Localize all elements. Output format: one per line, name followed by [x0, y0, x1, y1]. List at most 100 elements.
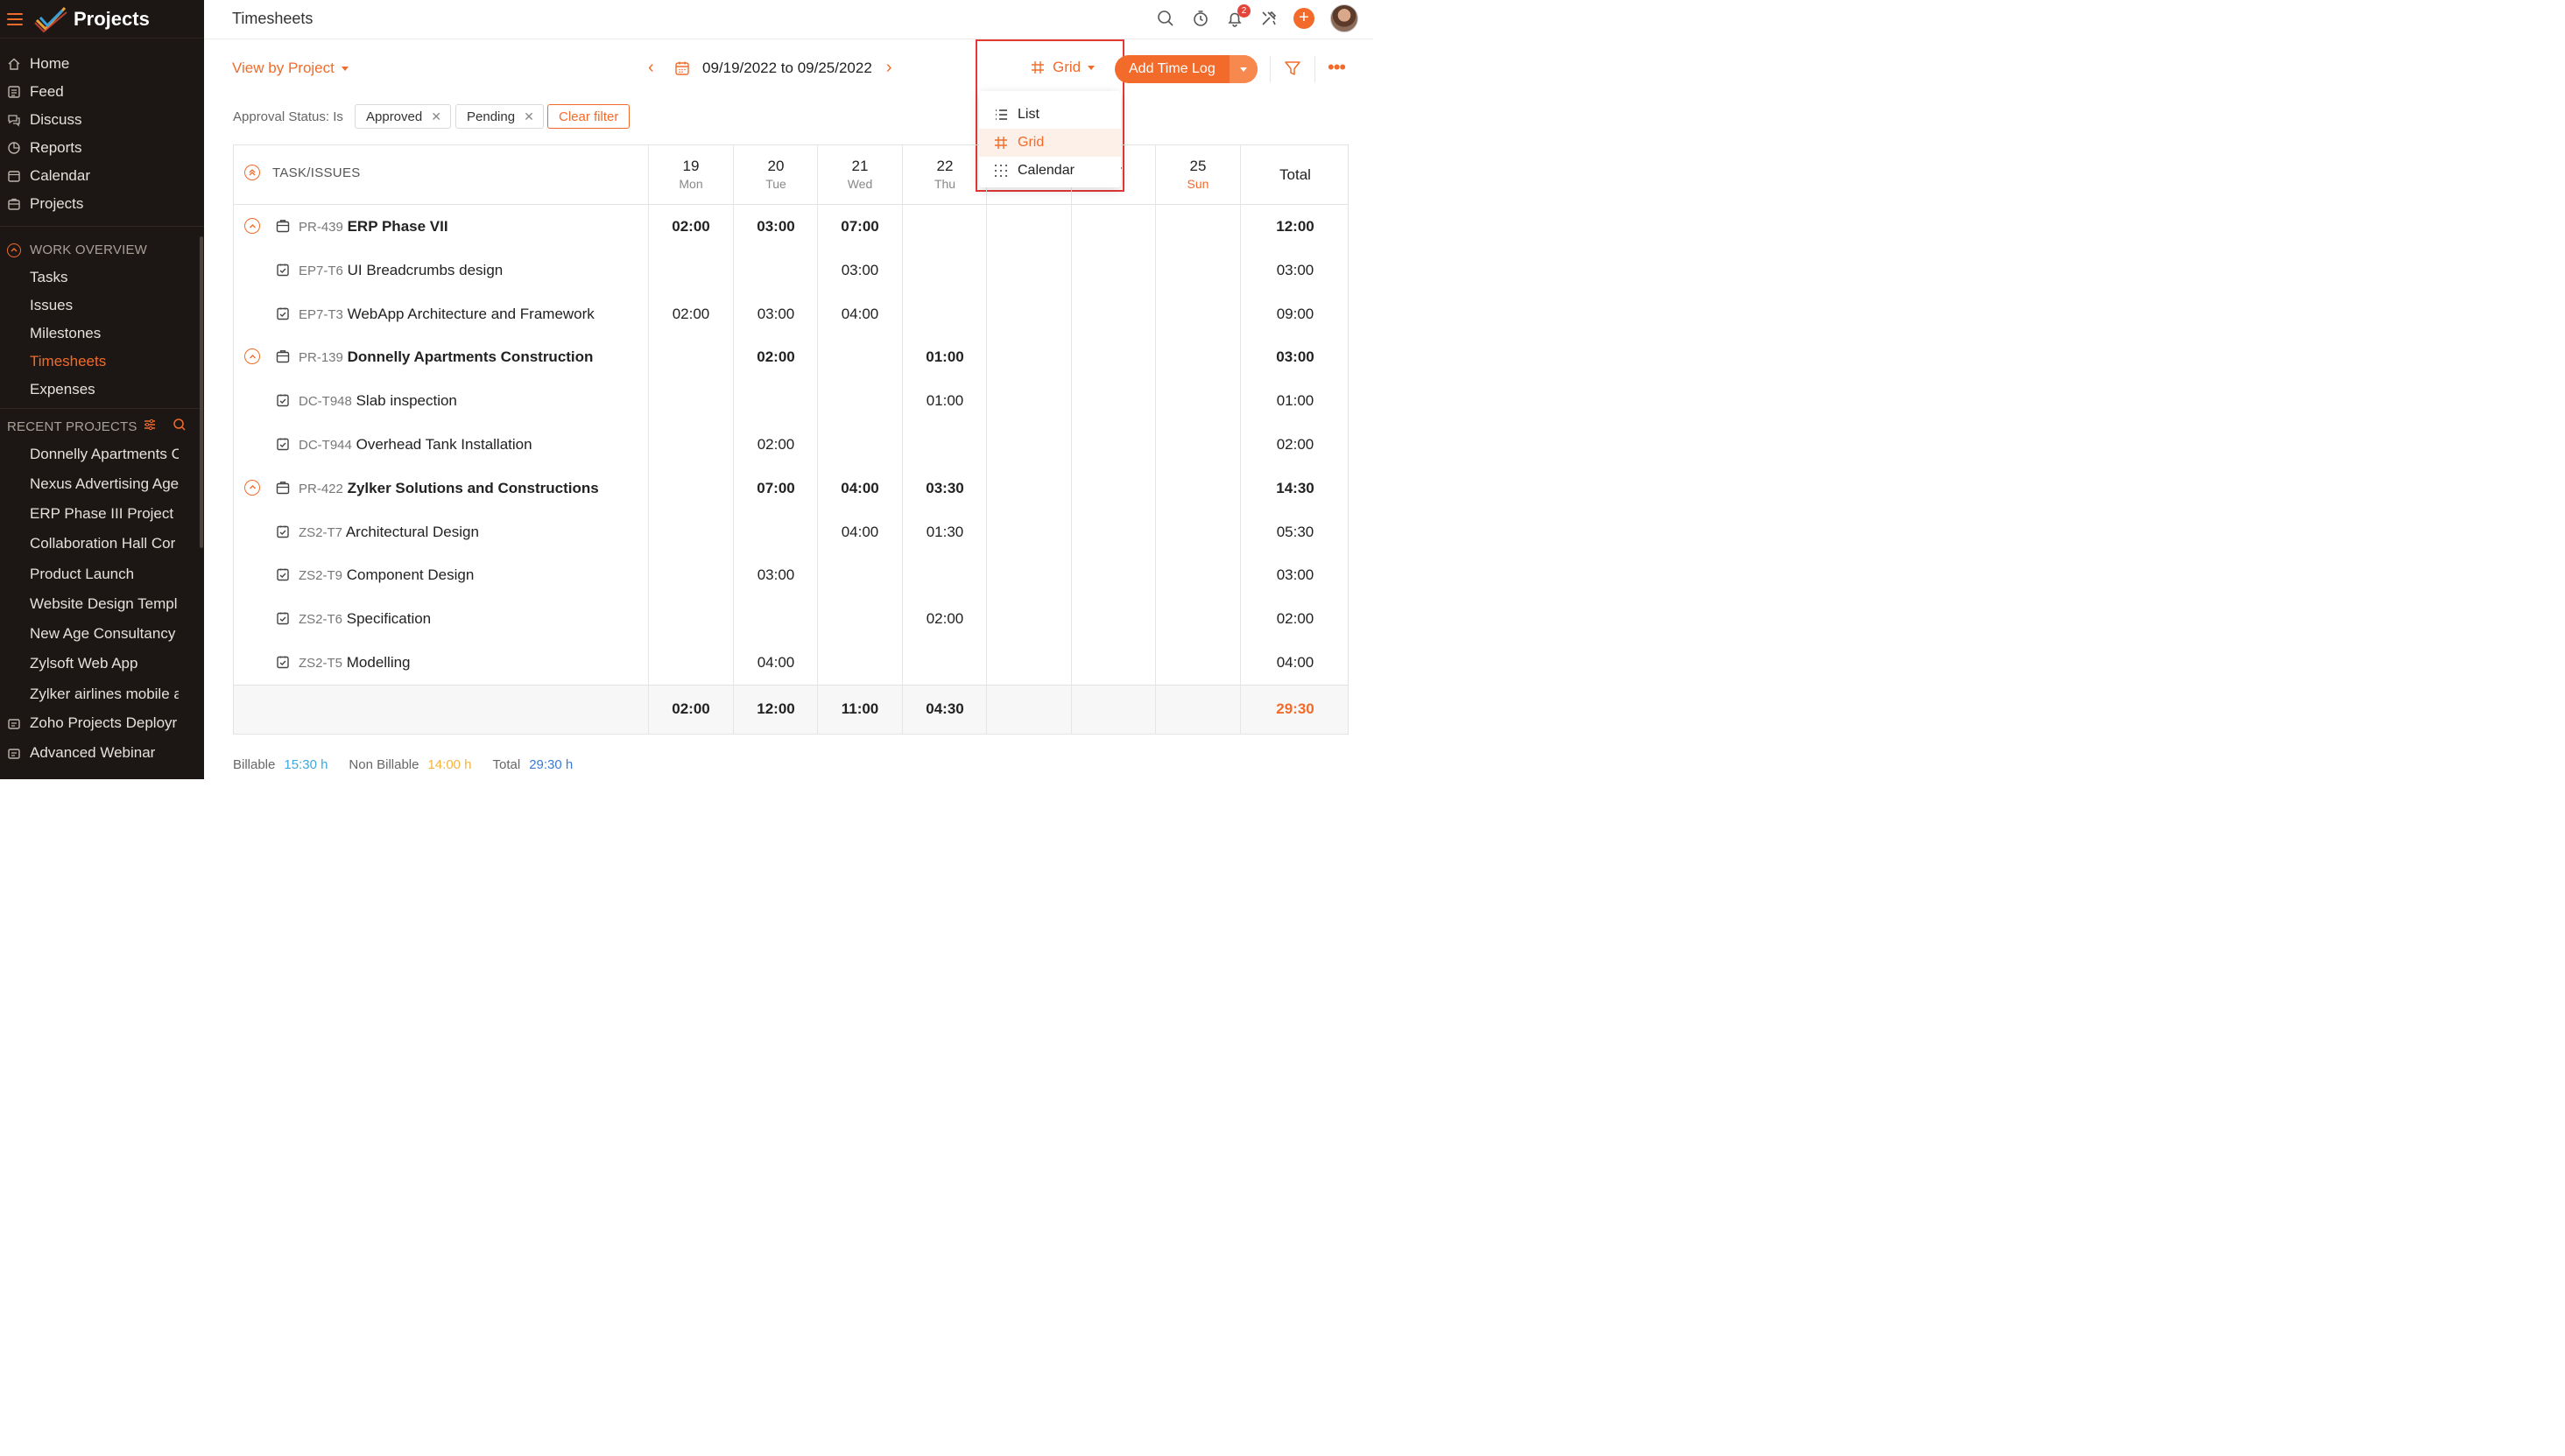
project-row[interactable]: PR-439 ERP Phase VII 02:00 03:00 07:00 12:00: [234, 205, 1348, 249]
collapse-all-icon[interactable]: [244, 165, 260, 180]
filter-chip-pending[interactable]: Pending ✕: [455, 104, 544, 129]
project-row[interactable]: PR-139 Donnelly Apartments Construction 0…: [234, 335, 1348, 379]
task-row[interactable]: EP7-T6 UI Breadcrumbs design 03:00 03:00: [234, 249, 1348, 292]
date-range[interactable]: 09/19/2022 to 09/25/2022: [702, 60, 872, 77]
calendar-icon[interactable]: [674, 60, 690, 76]
sidebar-bottom-item[interactable]: Zoho Projects Deployr: [0, 710, 204, 736]
filter-chip-approved[interactable]: Approved ✕: [355, 104, 451, 129]
time-cell[interactable]: 03:00: [734, 306, 818, 323]
filter-icon[interactable]: [1284, 60, 1301, 77]
task-row[interactable]: EP7-T3 WebApp Architecture and Framework…: [234, 292, 1348, 336]
tools-icon[interactable]: [1259, 9, 1279, 28]
sidebar-item-issues[interactable]: Issues: [30, 297, 179, 314]
time-cell[interactable]: 02:00: [734, 436, 818, 454]
time-cell[interactable]: 02:00: [903, 610, 987, 628]
time-cell[interactable]: 04:00: [818, 480, 902, 497]
clear-filter-button[interactable]: Clear filter: [547, 104, 631, 129]
task-row[interactable]: ZS2-T5 Modelling 04:00 04:00: [234, 641, 1348, 685]
add-time-log-button[interactable]: Add Time Log: [1115, 55, 1258, 83]
search-icon[interactable]: [173, 418, 187, 432]
bell-icon[interactable]: 2: [1225, 4, 1251, 28]
recent-project-item[interactable]: ERP Phase III Project: [30, 505, 179, 523]
task-name[interactable]: ZS2-T5 Modelling: [299, 654, 411, 672]
day-number: 19: [682, 158, 700, 174]
task-name[interactable]: PR-422 Zylker Solutions and Construction…: [299, 480, 599, 497]
recent-project-item[interactable]: Product Launch: [30, 566, 179, 583]
sidebar-item-tasks[interactable]: Tasks: [30, 269, 179, 286]
task-name[interactable]: ZS2-T7 Architectural Design: [299, 524, 479, 541]
recent-project-item[interactable]: Donnelly Apartments C: [30, 446, 179, 463]
sidebar-item-calendar[interactable]: Calendar: [0, 163, 204, 189]
menu-item-grid[interactable]: Grid: [979, 129, 1121, 157]
time-cell[interactable]: 02:00: [649, 306, 733, 323]
close-icon[interactable]: ✕: [524, 109, 534, 124]
time-cell[interactable]: 07:00: [818, 218, 902, 236]
sidebar-item-reports[interactable]: Reports: [0, 135, 204, 161]
sidebar-item-home[interactable]: Home: [0, 51, 204, 77]
more-options-icon[interactable]: •••: [1328, 58, 1346, 77]
view-by-dropdown[interactable]: View by Project: [232, 60, 349, 77]
time-cell[interactable]: 03:30: [903, 480, 987, 497]
chevron-right-icon[interactable]: ›: [886, 58, 900, 78]
add-options-dropdown[interactable]: [1229, 55, 1258, 83]
plus-icon[interactable]: +: [1293, 8, 1314, 29]
sidebar-item-discuss[interactable]: Discuss: [0, 107, 204, 133]
task-name[interactable]: DC-T944 Overhead Tank Installation: [299, 436, 532, 454]
project-row[interactable]: PR-422 Zylker Solutions and Construction…: [234, 467, 1348, 510]
task-name[interactable]: PR-139 Donnelly Apartments Construction: [299, 348, 593, 366]
sidebar-item-projects[interactable]: Projects: [0, 191, 204, 217]
time-cell[interactable]: 01:00: [903, 348, 987, 366]
time-cell[interactable]: 03:00: [734, 566, 818, 584]
sidebar-item-milestones[interactable]: Milestones: [30, 325, 179, 342]
chevron-left-icon[interactable]: ‹: [648, 58, 662, 78]
task-name[interactable]: PR-439 ERP Phase VII: [299, 218, 448, 236]
collapse-icon[interactable]: [244, 348, 260, 365]
task-name[interactable]: EP7-T6 UI Breadcrumbs design: [299, 262, 503, 279]
recent-project-item[interactable]: Nexus Advertising Age: [30, 475, 179, 493]
collapse-icon[interactable]: [7, 243, 21, 257]
sidebar-scrollbar[interactable]: [200, 236, 203, 548]
task-name[interactable]: ZS2-T9 Component Design: [299, 566, 474, 584]
time-cell[interactable]: 03:00: [818, 262, 902, 279]
filter-settings-icon[interactable]: [143, 418, 157, 432]
task-row[interactable]: DC-T944 Overhead Tank Installation 02:00 0…: [234, 423, 1348, 467]
collapse-icon[interactable]: [244, 479, 260, 496]
time-cell[interactable]: 03:00: [734, 218, 818, 236]
recent-project-item[interactable]: Website Design Templ: [30, 595, 179, 613]
timer-icon[interactable]: [1191, 9, 1210, 28]
time-cell[interactable]: 02:00: [649, 218, 733, 236]
time-cell[interactable]: 04:00: [734, 654, 818, 672]
search-icon[interactable]: [1156, 9, 1175, 28]
task-row[interactable]: ZS2-T6 Specification 02:00 02:00: [234, 597, 1348, 641]
time-cell[interactable]: 07:00: [734, 480, 818, 497]
sidebar-item-feed[interactable]: Feed: [0, 79, 204, 105]
time-cell[interactable]: 04:00: [818, 306, 902, 323]
hamburger-menu-icon[interactable]: [7, 12, 23, 25]
time-cell[interactable]: 01:30: [903, 524, 987, 541]
sidebar-bottom-item[interactable]: Advanced Webinar: [0, 740, 204, 766]
time-cell[interactable]: 04:00: [818, 524, 902, 541]
time-cell[interactable]: 02:00: [734, 348, 818, 366]
sidebar-item-expenses[interactable]: Expenses: [30, 381, 179, 398]
row-total: 09:00: [1276, 305, 1314, 322]
menu-item-list[interactable]: List: [979, 101, 1121, 129]
task-row[interactable]: ZS2-T7 Architectural Design 04:00 01:30 05:…: [234, 510, 1348, 554]
recent-project-item[interactable]: New Age Consultancy: [30, 625, 179, 643]
task-name[interactable]: DC-T948 Slab inspection: [299, 392, 457, 410]
work-overview-header[interactable]: WORK OVERVIEW: [7, 243, 147, 257]
time-cell[interactable]: 01:00: [903, 392, 987, 410]
task-name[interactable]: ZS2-T6 Specification: [299, 610, 431, 628]
menu-item-calendar[interactable]: Calendar: [979, 157, 1121, 185]
recent-project-item[interactable]: Zylker airlines mobile a: [30, 686, 179, 703]
day-number: 21: [851, 158, 869, 174]
recent-project-item[interactable]: Collaboration Hall Cor: [30, 535, 179, 552]
task-name[interactable]: EP7-T3 WebApp Architecture and Framework: [299, 306, 595, 323]
close-icon[interactable]: ✕: [431, 109, 441, 124]
view-mode-dropdown[interactable]: Grid: [1030, 59, 1096, 76]
task-row[interactable]: DC-T948 Slab inspection 01:00 01:00: [234, 379, 1348, 423]
collapse-icon[interactable]: [244, 218, 260, 234]
sidebar-item-timesheets[interactable]: Timesheets: [30, 353, 179, 370]
recent-project-item[interactable]: Zylsoft Web App: [30, 655, 179, 672]
avatar[interactable]: [1330, 4, 1358, 32]
task-row[interactable]: ZS2-T9 Component Design 03:00 03:00: [234, 553, 1348, 597]
